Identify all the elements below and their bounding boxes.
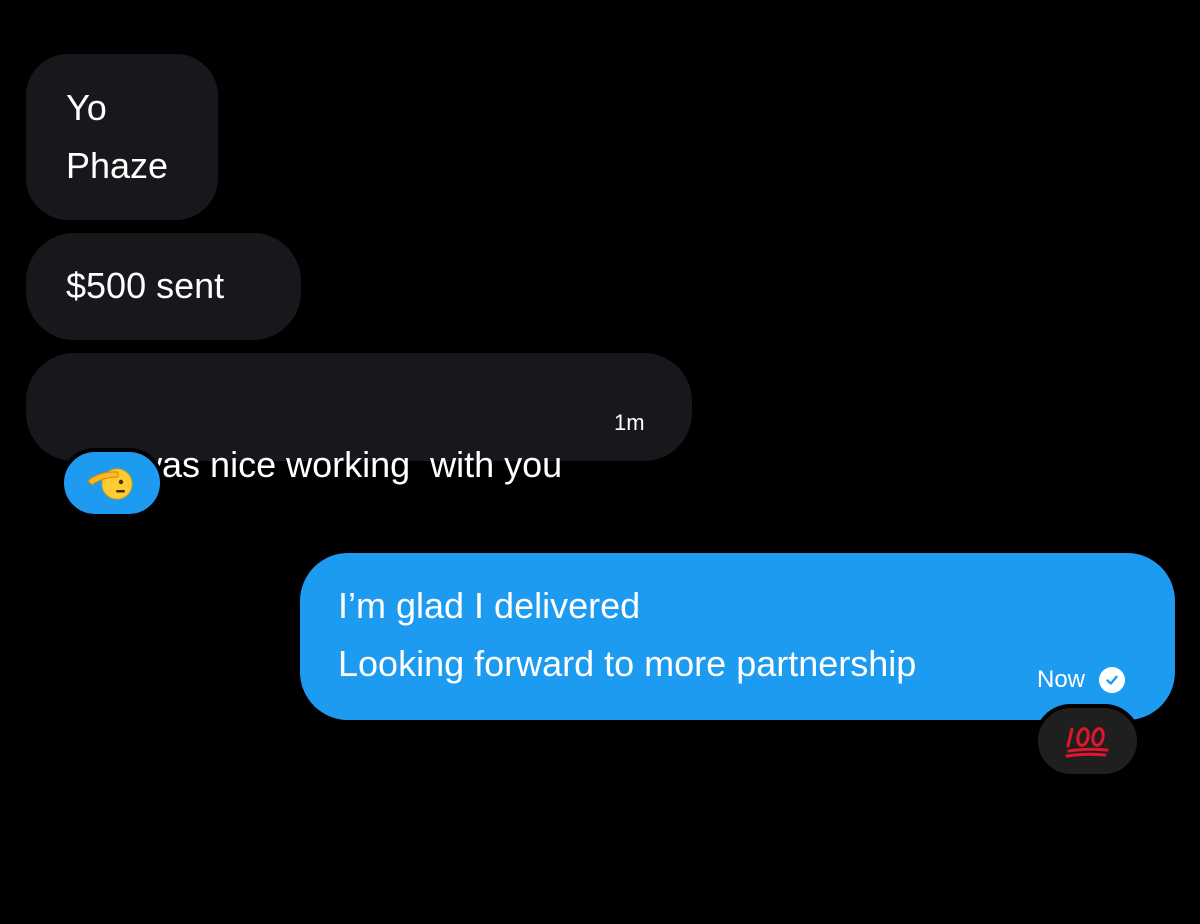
hundred-points-reaction[interactable] <box>1034 704 1141 778</box>
read-receipt-check-icon <box>1099 667 1126 693</box>
message-timestamp: Now <box>1037 666 1086 693</box>
message-meta: Now <box>1037 665 1126 695</box>
message-timestamp: 1m <box>614 410 645 435</box>
message-line: Phaze <box>66 145 169 186</box>
message-line: Looking forward to more partnership <box>338 643 917 684</box>
saluting-face-reaction[interactable] <box>60 448 164 518</box>
message-line: $500 sent <box>66 265 225 306</box>
message-line: It was nice working with you <box>106 444 563 485</box>
received-message-bubble[interactable]: It was nice working with you 1m <box>26 353 692 485</box>
received-message-bubble[interactable]: $500 sent <box>26 233 301 340</box>
saluting-face-icon <box>87 468 133 500</box>
received-message-bubble[interactable]: Yo Phaze <box>26 54 218 220</box>
message-line: I’m glad I delivered <box>338 585 641 626</box>
message-line: Yo <box>66 87 107 128</box>
hundred-points-icon <box>1065 727 1108 758</box>
sent-message-bubble[interactable]: I’m glad I delivered Looking forward to … <box>300 553 1175 720</box>
